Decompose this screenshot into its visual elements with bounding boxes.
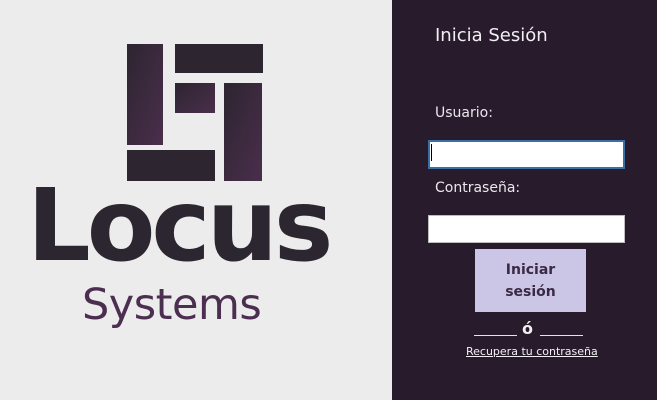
locus-logo-mark <box>127 44 263 181</box>
username-label: Usuario: <box>435 105 493 121</box>
text-cursor <box>431 144 432 161</box>
login-title: Inicia Sesión <box>435 25 548 46</box>
login-button[interactable]: Iniciar sesión <box>475 249 586 312</box>
or-divider: ó <box>474 319 584 339</box>
logo-mark-block-left <box>127 44 163 145</box>
logo-mark-block-top <box>175 44 263 73</box>
login-panel: Inicia Sesión Usuario: Contraseña: Inici… <box>392 0 657 400</box>
divider-text: ó <box>522 319 533 338</box>
username-input[interactable] <box>428 140 625 169</box>
divider-line-right <box>540 335 583 336</box>
login-screen: Locus Systems Inicia Sesión Usuario: Con… <box>0 0 657 400</box>
logo-mark-block-center <box>175 83 215 113</box>
logo-wordmark: Locus <box>27 167 333 284</box>
recover-password-link[interactable]: Recupera tu contraseña <box>466 345 598 358</box>
password-label: Contraseña: <box>435 180 521 196</box>
divider-line-left <box>474 335 517 336</box>
logo-subtitle: Systems <box>82 280 262 330</box>
password-input[interactable] <box>428 215 625 243</box>
brand-panel: Locus Systems <box>0 0 392 400</box>
